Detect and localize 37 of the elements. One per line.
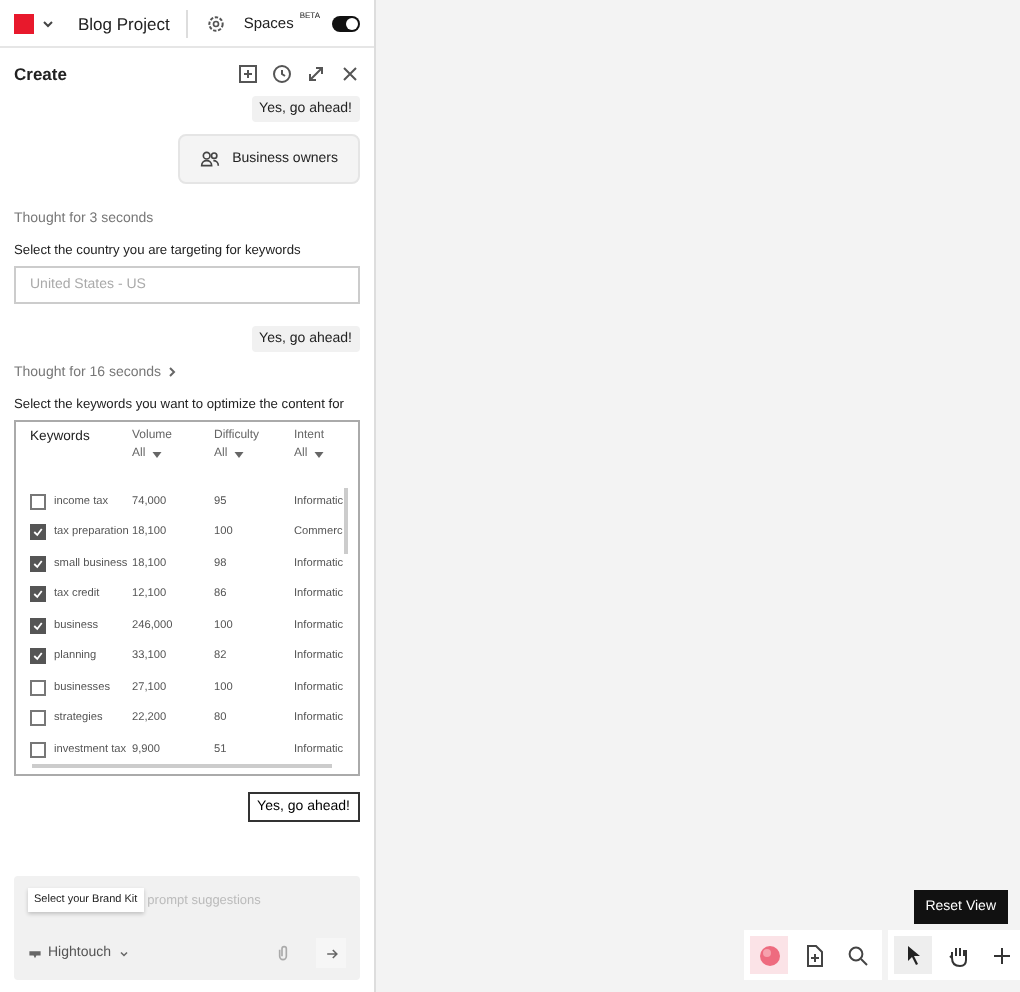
send-button[interactable] [316, 938, 346, 968]
new-chat-icon[interactable] [238, 63, 258, 83]
keyword-checkbox[interactable] [30, 586, 46, 603]
chevron-icon [165, 364, 178, 380]
keyword-checkbox[interactable] [30, 524, 46, 541]
caret-icon[interactable] [40, 15, 56, 31]
keyword-checkbox[interactable] [30, 617, 46, 634]
close-icon[interactable] [340, 63, 360, 83]
add-page-icon [801, 943, 825, 967]
paperclip-icon[interactable] [278, 944, 288, 962]
caret-icon [117, 947, 130, 959]
spaces-toggle[interactable] [332, 15, 360, 31]
logo-icon[interactable] [14, 13, 34, 33]
caret-icon [233, 451, 244, 457]
panel-title: Create [14, 63, 67, 83]
keyword-checkbox[interactable] [30, 710, 46, 727]
history-icon[interactable] [272, 63, 292, 83]
avatar-icon [757, 943, 781, 967]
plus-icon [989, 943, 1013, 967]
keyword-checkbox[interactable] [30, 648, 46, 665]
keyword-checkbox[interactable] [30, 555, 46, 572]
people-icon [200, 150, 221, 168]
search-icon [845, 943, 869, 967]
caret-icon [151, 451, 162, 457]
settings-icon[interactable] [205, 13, 226, 33]
arrow-icon [323, 945, 339, 961]
caret-icon [313, 451, 324, 457]
expand-icon[interactable] [306, 63, 326, 83]
project-title: Blog Project [78, 13, 170, 33]
keyword-checkbox[interactable] [30, 493, 46, 510]
scrollbar[interactable] [32, 764, 332, 768]
scrollbar[interactable] [344, 488, 348, 554]
keyword-checkbox[interactable] [30, 679, 46, 696]
pointer-button[interactable] [894, 936, 932, 974]
brand-icon [28, 947, 42, 959]
keyword-checkbox[interactable] [30, 741, 46, 758]
hand-icon [945, 943, 969, 967]
